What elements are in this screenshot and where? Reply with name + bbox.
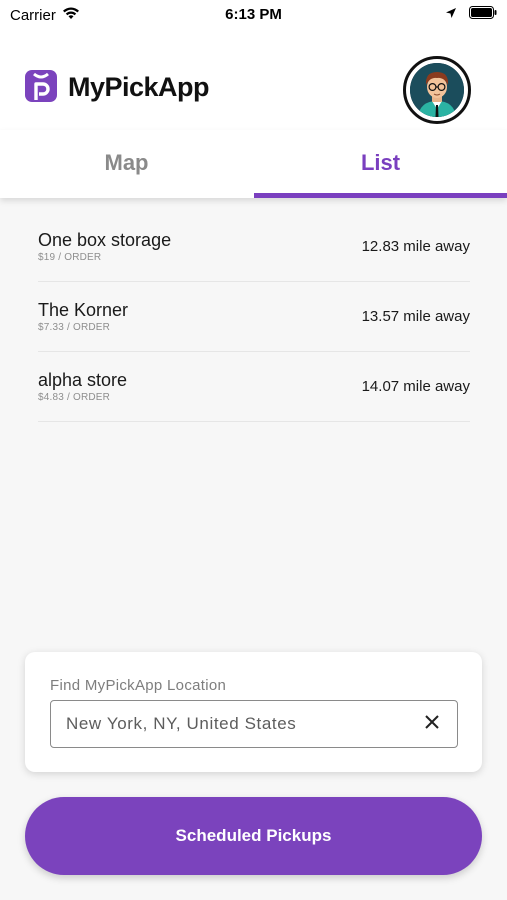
close-icon (424, 714, 440, 735)
scheduled-pickups-button[interactable]: Scheduled Pickups (25, 797, 482, 875)
view-tabs: Map List (0, 130, 507, 198)
app-logo-icon (25, 70, 57, 102)
list-item[interactable]: The Korner $7.33 / ORDER 13.57 mile away (38, 282, 470, 352)
store-price: $4.83 / ORDER (38, 392, 111, 403)
location-arrow-icon (445, 6, 457, 23)
tab-map[interactable]: Map (0, 130, 253, 198)
app-header: MyPickApp (0, 30, 507, 130)
app-screen: 6:13 PM Carrier MyPickApp Map List One b… (0, 0, 507, 900)
store-price: $19 / ORDER (38, 252, 102, 263)
list-item[interactable]: alpha store $4.83 / ORDER 14.07 mile awa… (38, 352, 470, 422)
store-name: One box storage (38, 230, 172, 250)
active-tab-indicator (254, 193, 507, 198)
status-right (445, 6, 497, 23)
store-name: The Korner (38, 300, 129, 320)
store-distance: 14.07 mile away (361, 378, 470, 395)
location-search-card: Find MyPickApp Location (25, 652, 482, 772)
wifi-icon (62, 6, 80, 24)
status-bar: 6:13 PM Carrier (0, 0, 507, 30)
store-list: One box storage $19 / ORDER 12.83 mile a… (38, 212, 470, 422)
location-search-field (50, 700, 458, 748)
location-search-input[interactable] (66, 701, 406, 747)
carrier-label: Carrier (10, 6, 56, 24)
list-item[interactable]: One box storage $19 / ORDER 12.83 mile a… (38, 212, 470, 282)
search-label: Find MyPickApp Location (50, 677, 227, 694)
profile-avatar-button[interactable] (403, 56, 471, 124)
tab-list[interactable]: List (254, 130, 507, 198)
store-name: alpha store (38, 370, 128, 390)
store-distance: 12.83 mile away (361, 238, 470, 255)
app-title: MyPickApp (68, 72, 210, 102)
status-left: Carrier (10, 6, 80, 24)
battery-icon (469, 6, 497, 23)
store-distance: 13.57 mile away (361, 308, 470, 325)
store-price: $7.33 / ORDER (38, 322, 111, 333)
avatar (410, 63, 464, 117)
clear-search-button[interactable] (421, 713, 443, 735)
